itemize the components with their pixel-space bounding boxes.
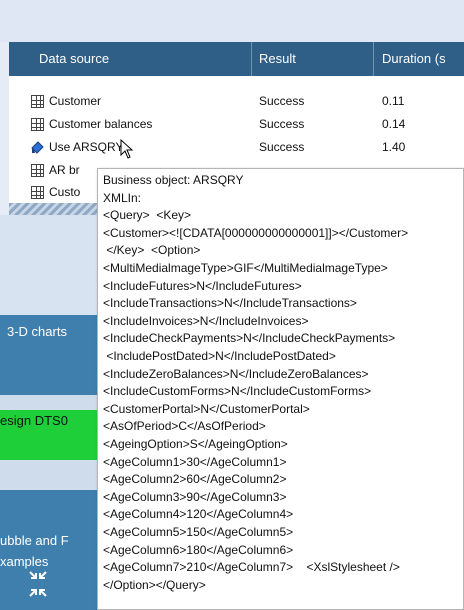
tooltip-line: XMLIn:: [103, 190, 142, 205]
tooltip-line: <MultiMedialmageType>GIF</MultiMedialmag…: [103, 261, 388, 275]
column-header-result[interactable]: Result: [259, 51, 296, 66]
table-icon: [31, 164, 44, 177]
tooltip-line: <AgeColumn2>60</AgeColumn2>: [103, 472, 287, 487]
tooltip-line: <IncludePostDated>N</IncludePostDated>: [103, 349, 336, 363]
table-row[interactable]: Use ARSQRY Success 1.40: [9, 137, 464, 159]
column-divider[interactable]: [251, 42, 252, 76]
table-icon: [31, 95, 44, 108]
table-row[interactable]: Customer Success 0.11: [9, 91, 464, 113]
tile-design-dts[interactable]: esign DTS0: [0, 410, 100, 460]
tile-gap: [0, 395, 100, 410]
data-source-name: Customer: [49, 94, 102, 108]
result-value: Success: [259, 117, 305, 131]
tooltip-line: <AgeColumn5>150</AgeColumn5>: [103, 525, 294, 539]
duration-value: 1.40: [382, 140, 406, 154]
data-source-name: Use ARSQRY: [49, 140, 124, 154]
tooltip-line: <AgeColumn1>30</AgeColumn1>: [103, 454, 287, 469]
tooltip-popup: Business object: ARSQRY XMLIn: <Query> <Ke…: [97, 168, 464, 610]
tile-bubble-examples[interactable]: ubble and F xamples: [0, 490, 100, 610]
column-divider[interactable]: [373, 42, 374, 76]
tooltip-line: Business object: ARSQRY: [103, 173, 244, 187]
table-row[interactable]: Customer balances Success 0.14: [9, 114, 464, 136]
tile-label: ubble and F: [0, 533, 69, 548]
tooltip-line: </Option></Query>: [103, 577, 206, 592]
tooltip-line: <AgeColumn4>120</AgeColumn4>: [103, 507, 294, 522]
tooltip-line: <AsOfPeriod>C</AsOfPeriod>: [103, 419, 266, 434]
tile-label: 3-D charts: [7, 324, 67, 339]
tile-label: xamples: [0, 554, 49, 569]
data-source-name: AR br: [49, 163, 80, 177]
top-bar: [0, 0, 464, 42]
result-value: Success: [259, 94, 305, 108]
mouse-cursor-icon: [120, 139, 134, 159]
column-header-duration[interactable]: Duration (s: [382, 51, 446, 66]
tile-placeholder: [0, 215, 100, 315]
table-icon: [31, 186, 44, 199]
tile-gap: [0, 460, 100, 490]
tooltip-line: <AgeColumn3>90</AgeColumn3>: [103, 489, 287, 504]
tooltip-line: <IncludeTransactions>N</IncludeTransacti…: [103, 296, 357, 311]
data-source-name: Customer balances: [49, 117, 153, 131]
tooltip-line: </Key> <Option>: [103, 243, 201, 258]
tooltip-line: <Query> <Key>: [103, 208, 192, 223]
duration-value: 0.14: [382, 117, 406, 131]
tile-3d-charts[interactable]: 3-D charts: [0, 315, 100, 395]
business-object-icon: [31, 141, 44, 154]
result-value: Success: [259, 140, 305, 154]
results-grid-header: Data source Result Duration (s: [9, 42, 464, 76]
tooltip-line: <IncludeZeroBalances>N</IncludeZeroBalan…: [103, 366, 369, 381]
tooltip-line: <AgeColumn7>210</AgeColumn7> <XslStylesh…: [103, 560, 400, 575]
table-icon: [31, 118, 44, 131]
tooltip-line: <IncludeFutures>N</IncludeFutures>: [103, 278, 302, 293]
column-header-data-source[interactable]: Data source: [39, 51, 109, 66]
tooltip-line: <CustomerPortal>N</CustomerPortal>: [103, 401, 310, 416]
tooltip-line: <IncludeInvoices>N</IncludeInvoices>: [103, 313, 309, 328]
duration-value: 0.11: [382, 94, 405, 108]
tooltip-line: <AgeingOption>S</AgeingOption>: [103, 437, 288, 451]
tooltip-line: <Customer><![CDATA[000000000000001]]></C…: [103, 225, 409, 240]
tile-label: esign DTS0: [0, 413, 68, 428]
tooltip-line: <AgeColumn6>180</AgeColumn6>: [103, 542, 294, 557]
tooltip-line: <IncludeCustomForms>N</IncludeCustomForm…: [103, 384, 372, 399]
tooltip-line: <IncludeCheckPayments>N</IncludeCheckPay…: [103, 331, 396, 346]
collapse-arrows-icon[interactable]: [28, 570, 48, 598]
data-source-name: Custo: [49, 185, 81, 199]
